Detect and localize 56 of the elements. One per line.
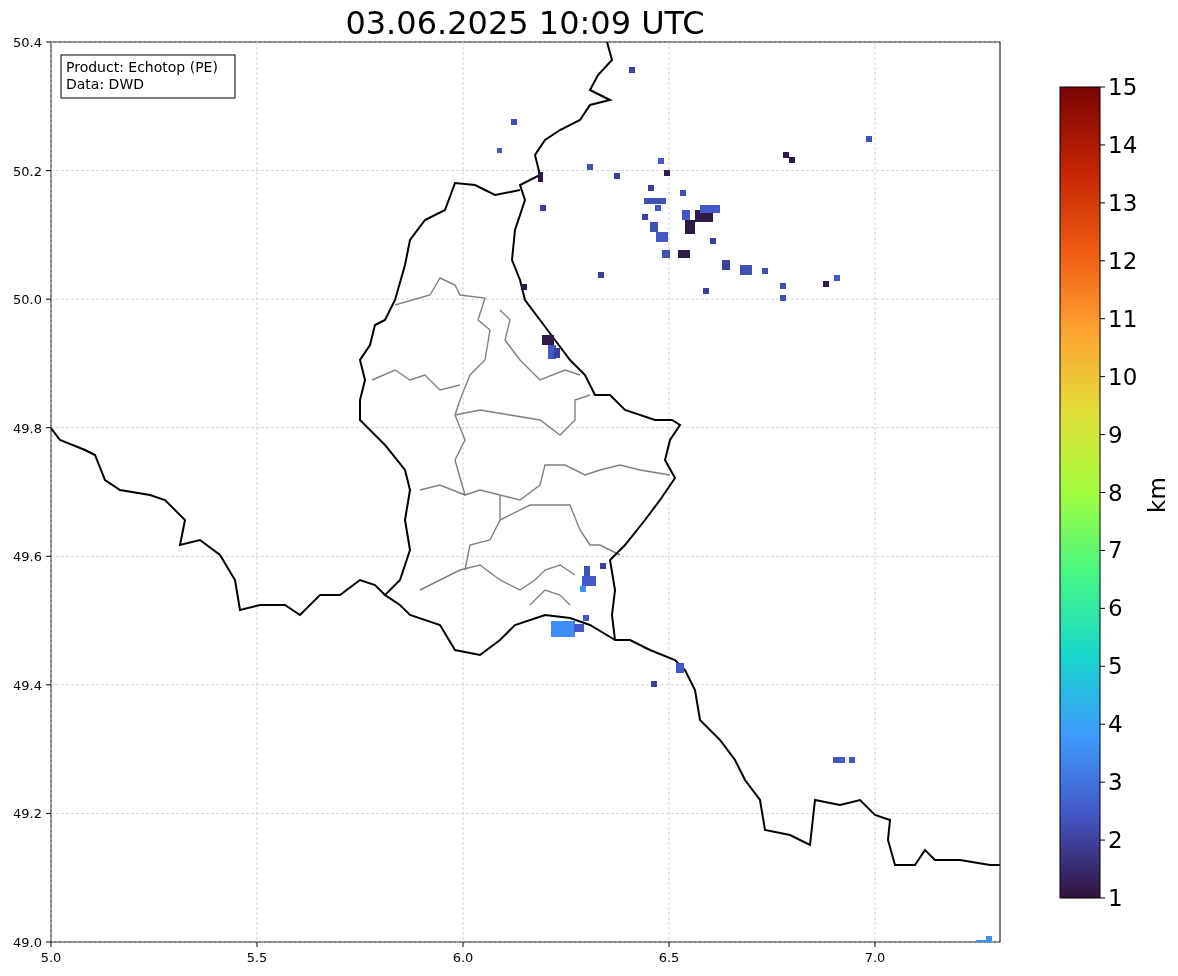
colorbar-tick-label: 4 bbox=[1108, 711, 1123, 738]
axis-tick-label: 49.8 bbox=[13, 420, 42, 436]
colorbar-tick-label: 3 bbox=[1108, 769, 1123, 796]
radar-echo bbox=[521, 284, 527, 290]
colorbar-tick-label: 2 bbox=[1108, 827, 1123, 854]
axis-tick-label: 49.6 bbox=[13, 549, 42, 565]
axis-tick-label: 49.4 bbox=[13, 677, 42, 693]
radar-echo bbox=[680, 190, 686, 196]
radar-echo bbox=[651, 681, 657, 687]
colorbar-tick-label: 5 bbox=[1108, 653, 1123, 680]
radar-echo bbox=[849, 757, 855, 763]
radar-echo bbox=[866, 136, 872, 142]
colorbar-tick-label: 6 bbox=[1108, 595, 1123, 622]
radar-echo bbox=[678, 250, 690, 258]
colorbar-label: km bbox=[1144, 477, 1170, 513]
axis-tick-label: 50.0 bbox=[13, 292, 42, 308]
colorbar-tick-label: 11 bbox=[1108, 305, 1138, 332]
radar-echo bbox=[676, 663, 684, 673]
radar-echo bbox=[703, 288, 709, 294]
colorbar-tick-label: 9 bbox=[1108, 421, 1123, 448]
radar-echo bbox=[538, 172, 543, 182]
chart-title: 03.06.2025 10:09 UTC bbox=[345, 4, 705, 42]
colorbar-tick-label: 15 bbox=[1108, 74, 1138, 100]
radar-echo bbox=[762, 268, 768, 274]
radar-echo bbox=[722, 260, 730, 270]
colorbar-tick-label: 12 bbox=[1108, 247, 1138, 274]
axis-tick-label: 6.0 bbox=[452, 950, 474, 965]
axis-tick-label: 50.2 bbox=[13, 163, 42, 179]
axis-tick-label: 49.2 bbox=[13, 806, 42, 822]
radar-echo bbox=[662, 250, 670, 258]
radar-echo bbox=[540, 205, 546, 211]
info-text: Product: Echotop (PE) bbox=[66, 59, 218, 75]
radar-echo bbox=[600, 563, 606, 569]
radar-echo bbox=[648, 185, 654, 191]
radar-echo bbox=[511, 119, 517, 125]
axis-tick-label: 5.5 bbox=[246, 950, 268, 965]
colorbar-tick-label: 10 bbox=[1108, 363, 1138, 390]
radar-echo bbox=[629, 67, 635, 73]
radar-echo bbox=[497, 148, 502, 153]
radar-echo bbox=[614, 173, 620, 179]
radar-echo bbox=[598, 272, 604, 278]
axis-tick-label: 49.0 bbox=[13, 935, 42, 950]
axis-tick-label: 5.0 bbox=[40, 950, 62, 965]
colorbar-tick-label: 8 bbox=[1108, 479, 1123, 506]
colorbar-tick-label: 1 bbox=[1108, 885, 1123, 911]
colorbar-tick-label: 7 bbox=[1108, 537, 1123, 564]
radar-echo bbox=[833, 757, 845, 763]
radar-echo bbox=[587, 164, 593, 170]
axis-tick-label: 6.5 bbox=[658, 950, 680, 965]
colorbar-tick-label: 13 bbox=[1108, 189, 1138, 216]
radar-echo bbox=[710, 238, 716, 244]
axis-tick-label: 7.0 bbox=[864, 950, 886, 965]
radar-echo bbox=[740, 265, 752, 275]
colorbar-tick-label: 14 bbox=[1108, 131, 1138, 158]
info-text: Data: DWD bbox=[66, 76, 144, 92]
axis-tick-label: 50.4 bbox=[13, 35, 42, 50]
